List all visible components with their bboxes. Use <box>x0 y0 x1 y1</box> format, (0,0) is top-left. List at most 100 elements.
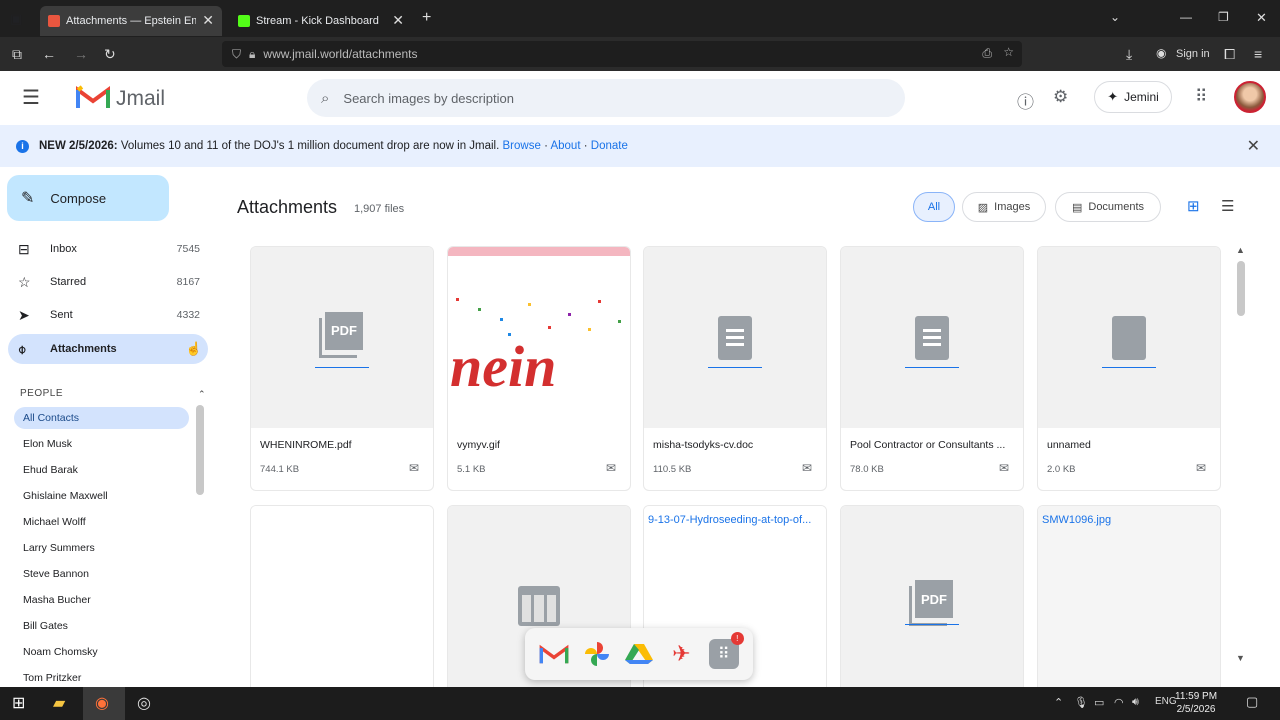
search-icon[interactable]: ⌕ <box>321 90 329 107</box>
jemini-button[interactable]: ✦ Jemini <box>1094 81 1172 113</box>
tab-kick-dashboard[interactable]: Stream - Kick Dashboard ✕ <box>230 6 412 36</box>
list-view-icon[interactable]: ☰ <box>1221 197 1234 215</box>
compose-button[interactable]: ✎ Compose <box>7 175 169 221</box>
close-window-icon[interactable]: ✕ <box>1256 10 1267 26</box>
bookmark-star-icon[interactable]: ☆ <box>1003 45 1014 59</box>
file-name: SMW1096.jpg <box>1042 514 1112 526</box>
open-email-icon[interactable]: ✉ <box>606 461 616 475</box>
avatar[interactable] <box>1234 81 1266 113</box>
open-email-icon[interactable]: ✉ <box>802 461 812 475</box>
menu-icon[interactable]: ≡ <box>1254 46 1262 62</box>
open-email-icon[interactable]: ✉ <box>1196 461 1206 475</box>
sidebar-item-sent[interactable]: ➤ Sent 4332 <box>8 300 208 330</box>
firefox-taskbar-item[interactable]: ◉ <box>83 687 125 720</box>
about-link[interactable]: About <box>550 140 580 152</box>
sidebar-item-inbox[interactable]: ⊟ Inbox 7545 <box>8 234 208 264</box>
open-email-icon[interactable]: ✉ <box>409 461 419 475</box>
document-icon <box>915 315 949 360</box>
battery-icon[interactable]: ▭ <box>1094 696 1104 709</box>
filter-all[interactable]: All <box>913 192 955 222</box>
contact-item[interactable]: Steve Bannon <box>14 563 189 585</box>
sidebar-scrollbar[interactable] <box>196 403 206 683</box>
reload-icon[interactable]: ↻ <box>104 46 116 63</box>
collapse-chevron-icon[interactable]: ⌃ <box>198 389 206 400</box>
show-hidden-icons-icon[interactable]: ⌃ <box>1054 696 1063 709</box>
volume-icon[interactable]: 🔊︎ <box>1132 696 1139 709</box>
contact-item[interactable]: Tom Pritzker <box>14 667 189 689</box>
contact-all[interactable]: All Contacts <box>14 407 189 429</box>
gmail-app-icon[interactable] <box>538 638 570 670</box>
file-card[interactable]: PDF <box>840 505 1024 687</box>
close-banner-icon[interactable]: ✕ <box>1247 136 1260 156</box>
more-apps-icon[interactable]: ⠿ ! <box>708 632 744 670</box>
lock-icon[interactable]: 🔒︎ <box>249 47 255 62</box>
tab-list-icon[interactable]: ▣ <box>10 11 22 27</box>
clock[interactable]: 11:59 PM 2/5/2026 <box>1175 690 1217 716</box>
downloads-icon[interactable]: ⤓ <box>1126 46 1132 63</box>
banner-headline: NEW 2/5/2026: <box>39 140 118 152</box>
donate-link[interactable]: Donate <box>591 140 628 152</box>
close-tab-icon[interactable]: ✕ <box>202 12 214 29</box>
browse-link[interactable]: Browse <box>503 140 541 152</box>
contact-item[interactable]: Bill Gates <box>14 615 189 637</box>
sidebar-toggle-icon[interactable]: ⧉ <box>12 46 22 63</box>
drive-app-icon[interactable] <box>623 638 655 670</box>
search-input[interactable]: Search images by description <box>343 91 514 106</box>
microphone-icon[interactable]: 🎙︎ <box>1074 696 1088 709</box>
notifications-icon[interactable]: ▢ <box>1246 694 1258 710</box>
app-name: Jmail <box>116 87 166 110</box>
file-card[interactable] <box>250 505 434 687</box>
settings-gear-icon[interactable]: ⚙ <box>1053 87 1068 107</box>
obs-icon[interactable]: ◎ <box>137 693 151 713</box>
app-dock: ✈ ⠿ ! <box>525 628 753 680</box>
open-email-icon[interactable]: ✉ <box>999 461 1009 475</box>
main-menu-icon[interactable]: ☰ <box>22 85 40 110</box>
contact-item[interactable]: Ghislaine Maxwell <box>14 485 189 507</box>
photos-app-icon[interactable] <box>581 638 613 670</box>
contact-item[interactable]: Michael Wolff <box>14 511 189 533</box>
contact-item[interactable]: Noam Chomsky <box>14 641 189 663</box>
help-icon[interactable]: ⓘ <box>1017 88 1034 113</box>
pdf-icon: PDF <box>319 311 365 364</box>
file-explorer-icon[interactable]: ▰ <box>53 693 65 713</box>
new-tab-icon[interactable]: + <box>422 9 431 27</box>
account-icon[interactable]: ◉ <box>1156 46 1166 60</box>
file-count: 1,907 files <box>354 203 405 215</box>
jmail-logo-icon[interactable] <box>76 84 110 110</box>
file-card[interactable]: PDF WHENINROME.pdf 744.1 KB ✉ <box>250 246 434 491</box>
windows-start-icon[interactable]: ⊞ <box>12 693 25 713</box>
address-bar[interactable]: ⛉ 🔒︎ www.jmail.world/attachments ⎙ ☆ <box>222 41 1022 67</box>
file-card[interactable]: SMW1096.jpg <box>1037 505 1221 687</box>
forward-icon[interactable]: → <box>74 46 88 62</box>
contact-item[interactable]: Larry Summers <box>14 537 189 559</box>
file-card[interactable]: unnamed 2.0 KB ✉ <box>1037 246 1221 491</box>
file-card[interactable]: nein vymyv.gif 5.1 KB ✉ <box>447 246 631 491</box>
restore-icon[interactable]: ❐ <box>1218 10 1229 24</box>
wifi-icon[interactable]: ◠ <box>1114 696 1124 709</box>
filter-documents[interactable]: ▤ Documents <box>1055 192 1161 222</box>
filter-images[interactable]: ▨ Images <box>962 192 1046 222</box>
sidebar-item-attachments[interactable]: ⌽ Attachments ☝ <box>8 334 208 364</box>
back-icon[interactable]: ← <box>42 46 56 62</box>
extensions-icon[interactable]: ⧠ <box>1224 46 1235 63</box>
search-bar[interactable]: ⌕ Search images by description <box>307 79 905 117</box>
main-scrollbar[interactable]: ▲ ▼ <box>1235 245 1247 667</box>
minimize-icon[interactable]: — <box>1180 10 1192 24</box>
chevron-down-icon[interactable]: ⌄ <box>1110 10 1120 24</box>
file-card[interactable]: misha-tsodyks-cv.doc 110.5 KB ✉ <box>643 246 827 491</box>
language-indicator[interactable]: ENG <box>1155 696 1177 707</box>
grid-view-icon[interactable]: ⊞ <box>1187 197 1200 215</box>
contact-item[interactable]: Elon Musk <box>14 433 189 455</box>
tab-attachments[interactable]: Attachments — Epstein Emails ✕ <box>40 5 222 36</box>
contact-item[interactable]: Masha Bucher <box>14 589 189 611</box>
signin-link[interactable]: Sign in <box>1176 48 1210 60</box>
close-tab-icon[interactable]: ✕ <box>392 12 404 29</box>
contact-item[interactable]: Ehud Barak <box>14 459 189 481</box>
shield-icon[interactable]: ⛉ <box>232 47 241 62</box>
reader-mode-icon[interactable]: ⎙ <box>982 46 992 61</box>
sidebar-item-starred[interactable]: ☆ Starred 8167 <box>8 267 208 297</box>
flights-app-icon[interactable]: ✈ <box>665 638 697 670</box>
file-card[interactable]: Pool Contractor or Consultants ... 78.0 … <box>840 246 1024 491</box>
page-title: Attachments <box>237 197 338 217</box>
apps-grid-icon[interactable]: ⠿ <box>1195 87 1207 107</box>
